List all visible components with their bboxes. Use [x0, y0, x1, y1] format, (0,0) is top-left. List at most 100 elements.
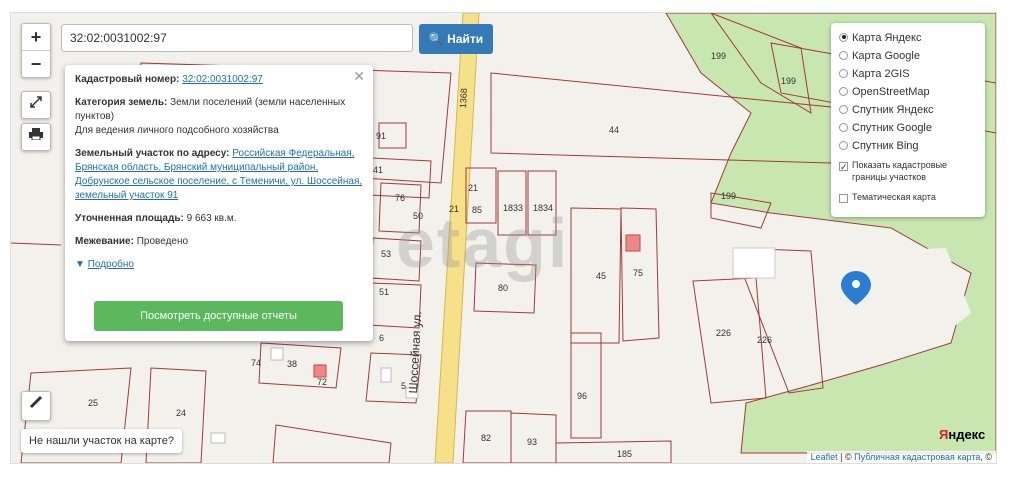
- checkbox-icon[interactable]: [839, 194, 848, 203]
- zoom-in-button[interactable]: +: [22, 24, 50, 50]
- show-cadastral-toggle[interactable]: ✓ Показать кадастровые границы участков: [839, 159, 977, 183]
- thematic-label: Тематическая карта: [852, 192, 936, 202]
- view-reports-button[interactable]: Посмотреть доступные отчеты: [94, 301, 343, 331]
- parcel-number-label: 226: [716, 328, 732, 338]
- cadastral-label: Кадастровый номер:: [75, 74, 180, 85]
- parcel-number-label: 25: [88, 398, 99, 408]
- leaflet-link[interactable]: Leaflet: [811, 452, 838, 462]
- zoom-control: + −: [21, 23, 51, 78]
- parcel-number-label: 199: [711, 51, 727, 61]
- radio-icon[interactable]: [839, 122, 848, 132]
- layer-option-label: Карта Google: [852, 50, 920, 62]
- radio-icon[interactable]: [839, 50, 848, 60]
- measure-button[interactable]: [21, 391, 51, 421]
- map-viewport[interactable]: 199 199 199 44 91 41 76 50 85 1833 1834 53 51 6 80 45 75…: [10, 12, 997, 464]
- attribution-sep: | ©: [837, 452, 855, 462]
- layer-option[interactable]: Карта 2GIS: [839, 65, 977, 83]
- parcel-number-label: 82: [481, 433, 492, 443]
- building-highlight: [313, 364, 327, 378]
- layer-option-label: Спутник Google: [852, 122, 932, 134]
- cadastral-link[interactable]: 32:02:0031002:97: [182, 74, 263, 85]
- ruler-icon: [29, 395, 43, 409]
- layer-option[interactable]: Карта Яндекс: [839, 29, 977, 47]
- radio-icon[interactable]: [839, 68, 848, 78]
- find-button[interactable]: 🔍 Найти: [419, 24, 493, 54]
- parcel-number-label: 72: [317, 377, 328, 387]
- parcel-number-label: 75: [633, 268, 644, 278]
- parcel-number-label: 199: [721, 191, 737, 201]
- expand-icon: [30, 96, 42, 108]
- cadastral-row: Кадастровый номер: 32:02:0031002:97: [75, 73, 363, 87]
- survey-label: Межевание:: [75, 236, 134, 247]
- address-row: Земельный участок по адресу: Российская …: [75, 147, 363, 203]
- parcel-number-label: 80: [498, 283, 509, 293]
- parcel-number-label: 93: [527, 437, 538, 447]
- search-icon: 🔍: [428, 32, 444, 46]
- radio-icon[interactable]: [839, 104, 848, 114]
- parcel-number-label: 45: [596, 271, 607, 281]
- parcel-number-label: 226: [757, 335, 773, 345]
- not-found-button[interactable]: Не нашли участок на карте?: [21, 429, 182, 453]
- close-icon[interactable]: ✕: [353, 69, 365, 83]
- parcel-number-label: 38: [287, 359, 298, 369]
- parcel-number-label: 6: [379, 333, 385, 343]
- layer-switcher: Карта Яндекс Карта Google Карта 2GIS OpenSt…: [831, 23, 985, 217]
- show-cadastral-label: Показать кадастровые границы участков: [852, 160, 948, 182]
- survey-value: Проведено: [136, 236, 189, 247]
- fullscreen-button[interactable]: [21, 91, 51, 119]
- parcel-number-label: 74: [251, 358, 262, 368]
- layer-option[interactable]: Спутник Bing: [839, 137, 977, 155]
- area-value: 9 663 кв.м.: [186, 213, 237, 224]
- purpose-value: Для ведения личного подсобного хозяйства: [75, 125, 279, 136]
- attribution-tail: , ©: [980, 452, 992, 462]
- parcel-number-label: 41: [373, 165, 384, 175]
- parcel-number-label: 21: [468, 183, 479, 193]
- layer-option[interactable]: Спутник Google: [839, 119, 977, 137]
- parcel-number-label: 44: [609, 125, 620, 135]
- pkk-link[interactable]: Публичная кадастровая карта: [854, 452, 980, 462]
- find-button-label: Найти: [447, 32, 484, 46]
- category-row: Категория земель: Земли поселений (земли…: [75, 96, 363, 138]
- building-highlight: [625, 234, 641, 252]
- parcel-number-label: 51: [379, 287, 390, 297]
- layer-option-label: Спутник Яндекс: [852, 104, 934, 116]
- address-label: Земельный участок по адресу:: [75, 148, 230, 159]
- caret-down-icon: ▼: [75, 259, 85, 270]
- layer-option[interactable]: Карта Google: [839, 47, 977, 65]
- parcel-number-label: 199: [781, 76, 797, 86]
- area-row: Уточненная площадь: 9 663 кв.м.: [75, 212, 363, 226]
- attribution: Leaflet | © Публичная кадастровая карта,…: [806, 451, 996, 463]
- details-toggle[interactable]: ▼ Подробно: [75, 258, 363, 272]
- radio-icon[interactable]: [839, 140, 848, 150]
- thematic-toggle[interactable]: Тематическая карта: [839, 191, 977, 203]
- watermark: etagi: [396, 204, 570, 282]
- radio-icon[interactable]: [839, 86, 848, 96]
- details-link[interactable]: Подробно: [88, 259, 134, 270]
- yandex-logo: Яндекс: [939, 427, 986, 442]
- parcel-number-label: 24: [176, 408, 187, 418]
- search-input[interactable]: 32:02:0031002:97: [61, 24, 413, 52]
- layer-option-label: Спутник Bing: [852, 140, 919, 152]
- parcel-number-label: 185: [617, 449, 633, 459]
- category-label: Категория земель:: [75, 97, 168, 108]
- buildings: [210, 347, 419, 444]
- parcel-number-label: 76: [395, 193, 406, 203]
- survey-row: Межевание: Проведено: [75, 235, 363, 249]
- parcel-number-label: 91: [376, 131, 387, 141]
- layer-option[interactable]: OpenStreetMap: [839, 83, 977, 101]
- parcel-info-popup: ✕ Кадастровый номер: 32:02:0031002:97 Ка…: [65, 65, 373, 341]
- parcel-number-label: 96: [577, 391, 588, 401]
- zoom-out-button[interactable]: −: [22, 50, 50, 77]
- road-number-label: 1368: [458, 87, 470, 109]
- printer-icon: [29, 128, 43, 141]
- area-label: Уточненная площадь:: [75, 213, 184, 224]
- layer-option-label: OpenStreetMap: [852, 86, 930, 98]
- layer-option-label: Карта 2GIS: [852, 68, 910, 80]
- image-placeholder: [732, 247, 776, 279]
- layer-option[interactable]: Спутник Яндекс: [839, 101, 977, 119]
- checkbox-checked-icon[interactable]: ✓: [839, 162, 848, 172]
- layer-option-label: Карта Яндекс: [852, 32, 922, 44]
- print-button[interactable]: [21, 123, 51, 151]
- parcel-number-label: 53: [381, 249, 392, 259]
- radio-icon[interactable]: [839, 32, 848, 42]
